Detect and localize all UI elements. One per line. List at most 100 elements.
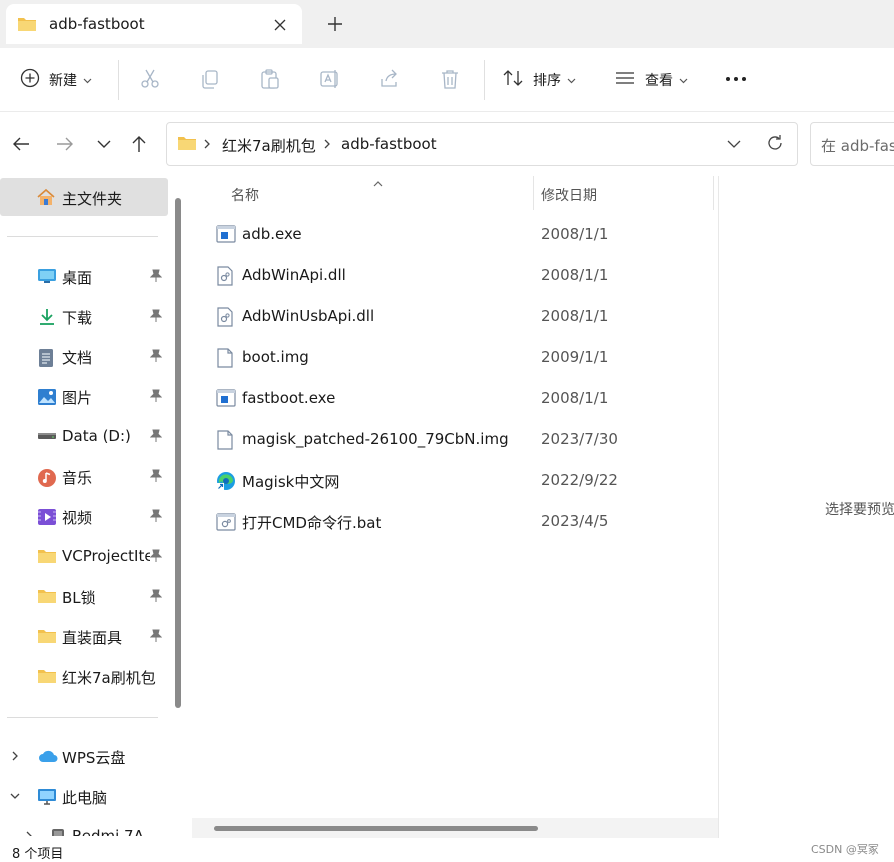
view-button[interactable]: 查看 [614, 66, 688, 94]
chevron-down-icon[interactable] [9, 790, 21, 806]
pin-icon[interactable] [149, 309, 163, 327]
bat-file-icon [216, 512, 236, 536]
file-date: 2009/1/1 [541, 348, 609, 366]
status-bar: 8 个项目 CSDN @冥冢 [0, 838, 894, 862]
file-name: AdbWinApi.dll [242, 266, 346, 284]
up-arrow-icon[interactable] [128, 133, 150, 155]
chevron-right-icon[interactable] [203, 137, 211, 155]
chevron-right-icon[interactable] [23, 830, 35, 836]
music-icon [37, 468, 57, 492]
column-header-name[interactable]: 名称 [231, 185, 259, 205]
sort-arrows-icon [502, 68, 524, 92]
sort-button[interactable]: 排序 [502, 66, 576, 94]
new-button[interactable]: 新建 [20, 66, 92, 94]
sidebar-item-downloads[interactable]: 下载 [0, 299, 168, 335]
phone-icon [51, 828, 65, 836]
file-row[interactable]: AdbWinUsbApi.dll 2008/1/1 [192, 298, 720, 338]
file-row[interactable]: fastboot.exe 2008/1/1 [192, 380, 720, 420]
file-name: 打开CMD命令行.bat [242, 514, 382, 532]
sidebar-item-bl-lock[interactable]: BL锁 [0, 579, 168, 615]
delete-icon[interactable] [438, 67, 462, 91]
pin-icon[interactable] [149, 469, 163, 487]
pictures-icon [37, 388, 57, 410]
sidebar-item-desktop[interactable]: 桌面 [0, 259, 168, 295]
file-row[interactable]: 打开CMD命令行.bat 2023/4/5 [192, 503, 720, 543]
exe-file-icon [216, 389, 236, 411]
sidebar-item-documents[interactable]: 文档 [0, 339, 168, 375]
pin-icon[interactable] [149, 549, 163, 567]
folder-icon [37, 548, 57, 568]
sidebar-item-wps-cloud[interactable]: WPS云盘 [0, 739, 168, 775]
address-bar[interactable]: 红米7a刷机包 adb-fastboot [166, 122, 798, 166]
breadcrumb-item-current[interactable]: adb-fastboot [341, 135, 437, 153]
horizontal-scrollbar-thumb[interactable] [214, 826, 538, 831]
chevron-right-icon[interactable] [323, 137, 331, 155]
pin-icon[interactable] [149, 429, 163, 447]
column-divider[interactable] [533, 176, 534, 210]
sidebar-item-label: VCProjectItems [62, 547, 150, 565]
new-button-label: 新建 [49, 73, 77, 89]
sidebar-item-home[interactable]: 主文件夹 [0, 178, 168, 216]
file-row[interactable]: adb.exe 2008/1/1 [192, 216, 720, 256]
sidebar-item-pictures[interactable]: 图片 [0, 379, 168, 415]
recent-locations-chevron-icon[interactable] [93, 133, 115, 155]
sidebar-item-label: 主文件夹 [62, 190, 123, 208]
file-row[interactable]: AdbWinApi.dll 2008/1/1 [192, 257, 720, 297]
folder-icon [17, 16, 37, 36]
sidebar-item-videos[interactable]: 视频 [0, 499, 168, 535]
close-icon[interactable] [272, 17, 288, 33]
address-history-chevron-icon[interactable] [725, 135, 743, 157]
horizontal-scrollbar[interactable] [192, 818, 718, 838]
file-date: 2022/9/22 [541, 471, 618, 489]
cloud-icon [37, 748, 59, 768]
pin-icon[interactable] [149, 589, 163, 607]
file-row[interactable]: magisk_patched-26100_79CbN.img 2023/7/30 [192, 421, 720, 461]
folder-icon [37, 628, 57, 648]
sidebar-item-this-pc[interactable]: 此电脑 [0, 779, 168, 815]
sidebar-scrollbar[interactable] [175, 198, 181, 708]
share-icon[interactable] [378, 67, 402, 91]
sort-ascending-icon [372, 176, 384, 192]
search-input[interactable]: 在 adb-fastboot 中搜索 [810, 122, 894, 166]
forward-arrow-icon[interactable] [54, 133, 76, 155]
refresh-icon[interactable] [765, 133, 785, 157]
copy-icon[interactable] [198, 67, 222, 91]
file-list: 名称 修改日期 adb.exe 2008/1/1 AdbWinApi.dll 2… [192, 176, 720, 838]
column-header-date-modified[interactable]: 修改日期 [541, 185, 597, 205]
sidebar-item-vcprojectitems[interactable]: VCProjectItems [0, 539, 168, 575]
back-arrow-icon[interactable] [10, 133, 32, 155]
navigation-bar: 红米7a刷机包 adb-fastboot 在 adb-fastboot 中搜索 [0, 112, 894, 176]
generic-file-icon [216, 348, 234, 372]
chevron-right-icon[interactable] [9, 750, 21, 766]
folder-icon [37, 588, 57, 608]
document-icon [37, 348, 55, 372]
sidebar-item-music[interactable]: 音乐 [0, 459, 168, 495]
pin-icon[interactable] [149, 389, 163, 407]
pin-icon[interactable] [149, 349, 163, 367]
new-tab-plus-icon[interactable] [326, 15, 344, 33]
tab-strip: adb-fastboot [0, 0, 894, 48]
tab-adb-fastboot[interactable]: adb-fastboot [6, 4, 302, 44]
sidebar-item-label: 此电脑 [62, 789, 108, 807]
more-options-icon[interactable] [724, 67, 748, 91]
pin-icon[interactable] [149, 509, 163, 527]
sidebar-item-label: WPS云盘 [62, 749, 126, 767]
pin-icon[interactable] [149, 269, 163, 287]
tab-title: adb-fastboot [49, 15, 145, 33]
pin-icon[interactable] [149, 629, 163, 647]
preview-pane: 选择要预览的文件。 [719, 176, 894, 838]
sidebar-item-magisk-direct[interactable]: 直装面具 [0, 619, 168, 655]
cut-icon[interactable] [138, 67, 162, 91]
file-date: 2008/1/1 [541, 307, 609, 325]
paste-icon[interactable] [258, 67, 282, 91]
rename-icon[interactable] [318, 67, 342, 91]
sidebar-item-redmi7a-package[interactable]: 红米7a刷机包 [0, 659, 168, 695]
column-divider[interactable] [713, 176, 714, 210]
sidebar-item-redmi-7a[interactable]: Redmi 7A [14, 819, 182, 836]
sidebar-item-data-drive[interactable]: Data (D:) [0, 419, 168, 455]
file-row[interactable]: boot.img 2009/1/1 [192, 339, 720, 379]
file-date: 2023/4/5 [541, 512, 609, 530]
file-row[interactable]: Magisk中文网 2022/9/22 [192, 462, 720, 502]
sidebar-item-label: 下载 [62, 309, 93, 327]
breadcrumb-item[interactable]: 红米7a刷机包 [222, 135, 316, 156]
